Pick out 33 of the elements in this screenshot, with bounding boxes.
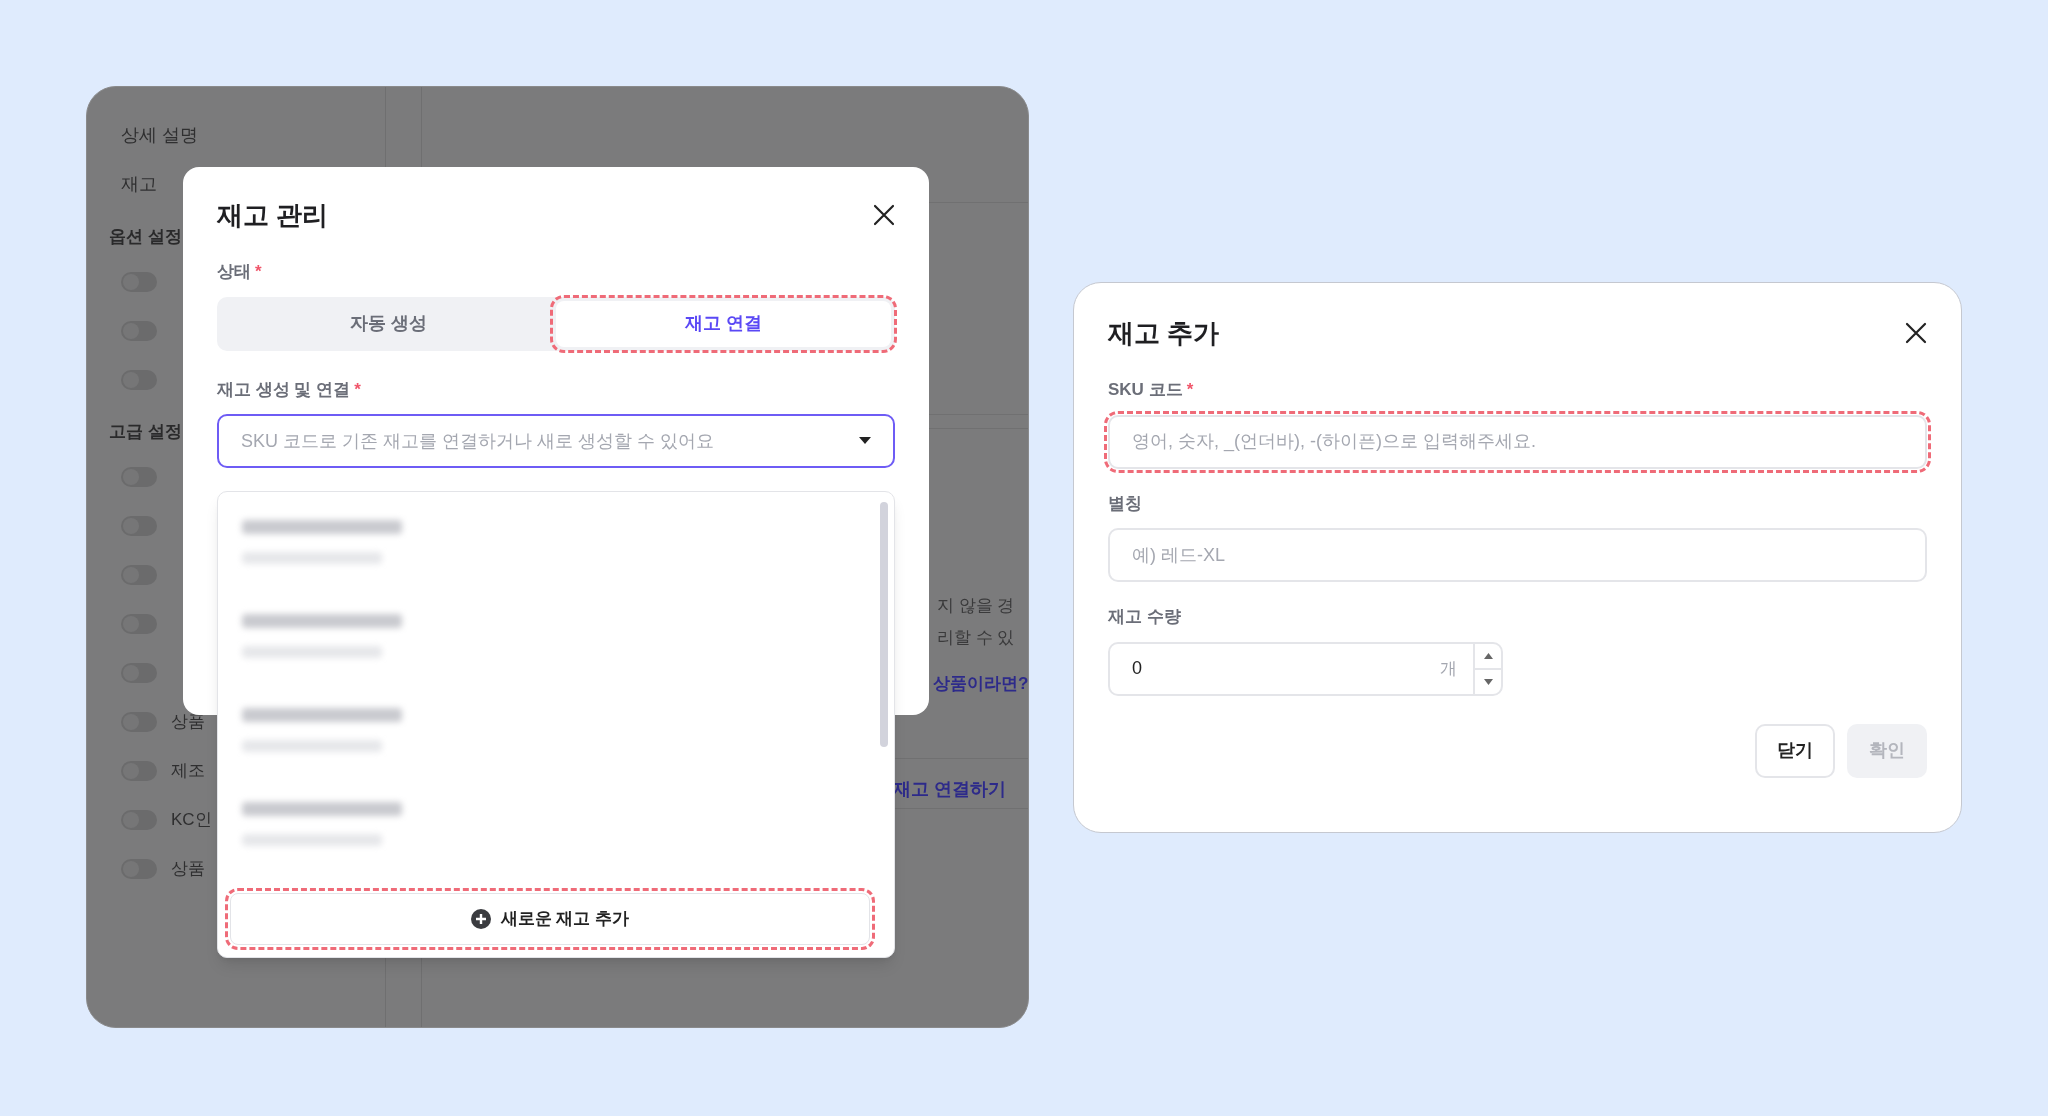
required-mark: * [1186, 379, 1194, 401]
notice-text: 지 않을 경 [937, 595, 1015, 617]
field-label: 상태 [217, 261, 251, 283]
section-title: 고급 설정 [109, 421, 182, 444]
link[interactable]: 상품이라면? [933, 671, 1028, 697]
toggle-label: KC인 [171, 808, 212, 831]
tab[interactable]: 자동 생성 [221, 300, 556, 347]
field-label: SKU 코드 [1108, 379, 1183, 401]
caret-up-icon [1483, 652, 1493, 659]
text-field[interactable]: 예) 레드-XL [1108, 528, 1927, 582]
dialog-button[interactable]: 닫기 [1755, 723, 1835, 778]
unit-label: 개 [1440, 657, 1458, 680]
modal-title: 재고 관리 [217, 198, 329, 232]
close-icon[interactable] [1905, 322, 1927, 344]
link-button[interactable]: 재고 연결하기 [893, 771, 1006, 807]
field-label: 별칭 [1108, 492, 1142, 515]
toggle-label: 상품 [171, 710, 205, 733]
section-title: 옵션 설정 [109, 226, 182, 249]
caret-down-icon [1483, 678, 1493, 685]
close-icon[interactable] [873, 204, 895, 226]
select-field[interactable]: SKU 코드로 기존 재고를 연결하거나 새로 생성할 수 있어요 [217, 414, 895, 468]
toggle-label: 상품 [171, 857, 205, 880]
modal-title: 재고 추가 [1108, 316, 1220, 350]
toggle-label: 제조 [171, 759, 205, 782]
plus-circle-icon [470, 909, 491, 929]
notice-text: 리할 수 있 [937, 627, 1015, 649]
required-mark: * [354, 378, 361, 401]
required-mark: * [255, 261, 262, 283]
quantity-field[interactable]: 0 개 [1108, 641, 1503, 696]
field-label: 재고 수량 [1108, 606, 1181, 628]
field-label: 재고 생성 및 연결 [217, 378, 351, 401]
caret-icon [859, 437, 871, 445]
sidebar-item[interactable]: 상세 설명 [121, 111, 385, 160]
